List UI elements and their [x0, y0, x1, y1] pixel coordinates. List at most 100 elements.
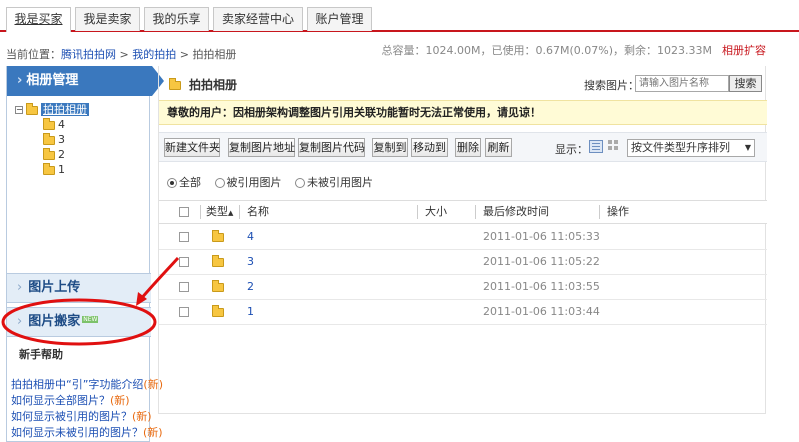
filter-radios: 全部 被引用图片 未被引用图片 — [167, 174, 383, 190]
row-name[interactable]: 2 — [247, 275, 254, 299]
filter-unreferenced-label: 未被引用图片 — [307, 176, 373, 189]
folder-icon — [212, 229, 224, 242]
help-link-new: (新) — [132, 410, 152, 423]
tree-item[interactable]: 1 — [15, 162, 89, 177]
grid-view-icon[interactable] — [608, 140, 620, 152]
column-divider — [417, 205, 418, 219]
sidebar: › 相册管理 − 拍拍相册 4 3 2 1 › 图片上传 › 图片搬家 NEW 新手帮助 … — [6, 66, 164, 442]
search-button[interactable]: 搜索 — [729, 75, 762, 92]
copy-code-button[interactable]: 复制图片代码 — [298, 138, 365, 157]
help-link-text[interactable]: 如何显示被引用的图片？ — [11, 410, 132, 423]
row-name[interactable]: 4 — [247, 225, 254, 249]
row-name[interactable]: 3 — [247, 250, 254, 274]
search-input[interactable] — [635, 75, 729, 92]
filter-all[interactable]: 全部 — [167, 176, 201, 189]
tree-item-label[interactable]: 2 — [58, 148, 65, 161]
column-type-label: 类型 — [206, 205, 228, 218]
column-type[interactable]: 类型▲ — [206, 201, 233, 224]
breadcrumb-paipai[interactable]: 腾讯拍拍网 — [61, 48, 116, 61]
copy-url-button[interactable]: 复制图片地址 — [228, 138, 295, 157]
table-row[interactable]: 2 2011-01-06 11:03:55 — [159, 275, 767, 300]
radio-icon[interactable] — [295, 178, 305, 188]
move-to-button[interactable]: 移动到 — [411, 138, 448, 157]
breadcrumb-sep: > — [179, 48, 189, 61]
column-modified[interactable]: 最后修改时间 — [483, 201, 549, 223]
filter-unreferenced[interactable]: 未被引用图片 — [295, 176, 373, 189]
breadcrumb-my-paipai[interactable]: 我的拍拍 — [132, 48, 176, 61]
tree-item-label[interactable]: 4 — [58, 118, 65, 131]
tab-seller-center[interactable]: 卖家经营中心 — [213, 7, 303, 31]
checkbox-icon[interactable] — [179, 282, 189, 292]
folder-icon — [43, 162, 55, 175]
chevron-right-icon: › — [17, 280, 23, 295]
folder-icon — [212, 254, 224, 267]
checkbox-icon[interactable] — [179, 257, 189, 267]
top-nav: 我是买家 我是卖家 我的乐享 卖家经营中心 账户管理 — [0, 0, 799, 32]
page-title: 拍拍相册 — [169, 76, 237, 93]
tree-item[interactable]: 2 — [15, 147, 89, 162]
table-row[interactable]: 1 2011-01-06 11:03:44 — [159, 300, 767, 325]
checkbox-icon[interactable] — [179, 207, 189, 217]
refresh-button[interactable]: 刷新 — [485, 138, 512, 157]
filter-referenced[interactable]: 被引用图片 — [214, 176, 282, 189]
tree-item-label[interactable]: 3 — [58, 133, 65, 146]
row-checkbox[interactable] — [179, 225, 189, 249]
tree-root[interactable]: − 拍拍相册 — [15, 102, 89, 117]
minus-icon[interactable]: − — [15, 106, 23, 114]
tab-my-enjoy[interactable]: 我的乐享 — [144, 7, 209, 31]
folder-icon — [43, 117, 55, 130]
column-divider — [200, 205, 201, 219]
album-manage-header[interactable]: › 相册管理 — [7, 66, 164, 96]
image-move-label: 图片搬家 — [28, 314, 81, 329]
table-row[interactable]: 3 2011-01-06 11:05:22 — [159, 250, 767, 275]
help-link-text[interactable]: 如何显示未被引用的图片？ — [11, 426, 143, 439]
column-name[interactable]: 名称 — [247, 201, 269, 223]
row-checkbox[interactable] — [179, 275, 189, 299]
folder-icon — [43, 132, 55, 145]
tab-seller[interactable]: 我是卖家 — [75, 7, 140, 31]
sort-select-value: 按文件类型升序排列 — [631, 141, 730, 154]
tree-item[interactable]: 3 — [15, 132, 89, 147]
row-checkbox[interactable] — [179, 250, 189, 274]
folder-icon — [212, 304, 224, 317]
checkbox-icon[interactable] — [179, 232, 189, 242]
sort-asc-icon: ▲ — [228, 209, 234, 217]
row-checkbox[interactable] — [179, 300, 189, 324]
radio-icon[interactable] — [214, 178, 225, 188]
column-divider — [599, 205, 600, 219]
folder-icon — [26, 102, 38, 115]
table-row[interactable]: 4 2011-01-06 11:05:33 — [159, 225, 767, 250]
row-modified: 2011-01-06 11:05:33 — [483, 230, 600, 243]
expand-link[interactable]: 相册扩容 — [722, 44, 766, 57]
help-link[interactable]: 如何显示未被引用的图片？(新) — [11, 424, 163, 440]
delete-button[interactable]: 删除 — [455, 138, 481, 157]
column-size[interactable]: 大小 — [425, 201, 447, 223]
new-folder-button[interactable]: 新建文件夹 — [164, 138, 220, 157]
row-modified: 2011-01-06 11:05:22 — [483, 255, 600, 268]
checkbox-icon[interactable] — [179, 307, 189, 317]
main-panel: 拍拍相册 搜索图片： 搜索 尊敬的用户：因相册架构调整图片引用关联功能暂时无法正… — [158, 66, 767, 414]
tab-buyer[interactable]: 我是买家 — [6, 7, 71, 32]
tree-item[interactable]: 4 — [15, 117, 89, 132]
sort-select[interactable]: 按文件类型升序排列 ▼ — [627, 139, 755, 157]
help-link-new: (新) — [110, 394, 130, 407]
help-link[interactable]: 如何显示被引用的图片？(新) — [11, 408, 152, 424]
image-upload-label: 图片上传 — [28, 280, 81, 295]
help-link-text[interactable]: 如何显示全部图片？ — [11, 394, 110, 407]
folder-icon — [212, 279, 224, 292]
image-move-section[interactable]: › 图片搬家 NEW — [7, 307, 151, 337]
image-upload-section[interactable]: › 图片上传 — [7, 273, 151, 303]
row-name[interactable]: 1 — [247, 300, 254, 324]
help-link[interactable]: 如何显示全部图片？(新) — [11, 392, 130, 408]
select-all-checkbox[interactable] — [179, 201, 189, 223]
dropdown-arrow-icon: ▼ — [744, 143, 751, 152]
page-title-text: 拍拍相册 — [189, 78, 238, 92]
tree-item-label[interactable]: 1 — [58, 163, 65, 176]
list-view-icon[interactable] — [589, 140, 603, 153]
help-link[interactable]: 拍拍相册中“引”字功能介绍(新) — [11, 376, 163, 392]
copy-to-button[interactable]: 复制到 — [372, 138, 408, 157]
tab-account[interactable]: 账户管理 — [307, 7, 372, 31]
radio-checked-icon[interactable] — [167, 178, 177, 188]
help-link-text[interactable]: 拍拍相册中“引”字功能介绍 — [11, 378, 143, 391]
tree-root-label[interactable]: 拍拍相册 — [41, 103, 89, 116]
